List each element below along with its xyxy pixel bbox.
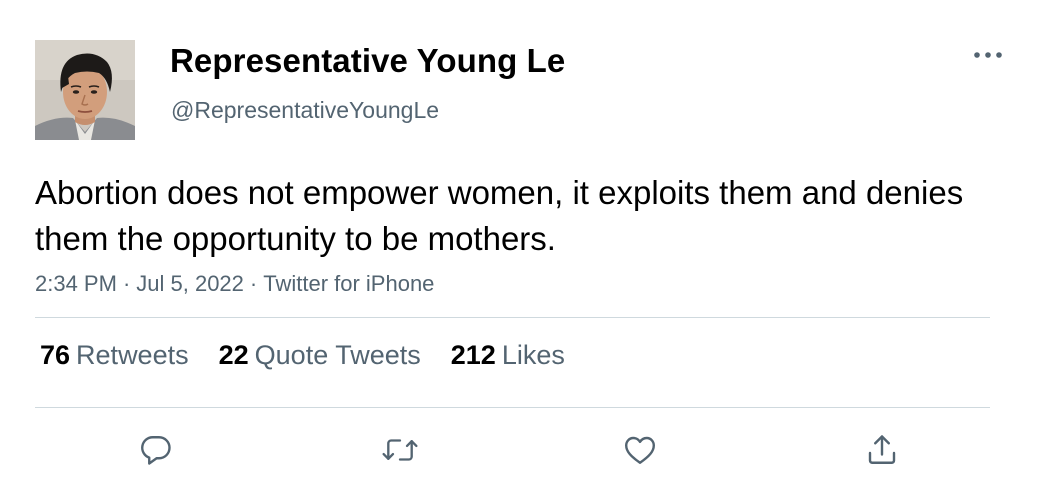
author-display-name[interactable]: Representative Young Le (170, 42, 565, 80)
tweet-text: Abortion does not empower women, it expl… (35, 174, 964, 257)
likes-count: 212 (450, 340, 496, 370)
tweet-time[interactable]: 2:34 PM (35, 271, 117, 296)
avatar[interactable] (35, 40, 135, 140)
share-icon (868, 435, 896, 464)
share-button[interactable] (860, 428, 904, 472)
meta-separator: · (122, 271, 131, 296)
retweets-stat[interactable]: 76 Retweets (40, 340, 189, 371)
like-icon (625, 436, 655, 464)
more-options-button[interactable] (970, 42, 1006, 68)
quote-tweets-count: 22 (218, 340, 249, 370)
retweet-icon (382, 439, 418, 461)
like-button[interactable] (618, 428, 662, 472)
tweet-card: Representative Young Le @RepresentativeY… (0, 0, 1050, 480)
reply-button[interactable] (134, 428, 178, 472)
tweet-source[interactable]: Twitter for iPhone (263, 271, 434, 296)
likes-stat[interactable]: 212 Likes (451, 340, 565, 371)
likes-label: Likes (501, 340, 565, 370)
meta-separator: · (249, 271, 258, 296)
divider (35, 407, 990, 408)
more-dots-icon (974, 52, 1002, 58)
avatar-photo (35, 40, 135, 140)
tweet-date[interactable]: Jul 5, 2022 (136, 271, 244, 296)
author-handle[interactable]: @RepresentativeYoungLe (171, 97, 439, 124)
quote-tweets-stat[interactable]: 22 Quote Tweets (219, 340, 421, 371)
retweets-label: Retweets (76, 340, 189, 370)
tweet-meta: 2:34 PM · Jul 5, 2022 · Twitter for iPhone (35, 271, 434, 297)
engagement-stats: 76 Retweets 22 Quote Tweets 212 Likes (40, 340, 565, 371)
divider (35, 317, 990, 318)
retweets-count: 76 (40, 340, 71, 370)
reply-icon (141, 436, 171, 465)
action-bar (0, 428, 1050, 472)
quote-tweets-label: Quote Tweets (254, 340, 421, 370)
retweet-button[interactable] (378, 428, 422, 472)
